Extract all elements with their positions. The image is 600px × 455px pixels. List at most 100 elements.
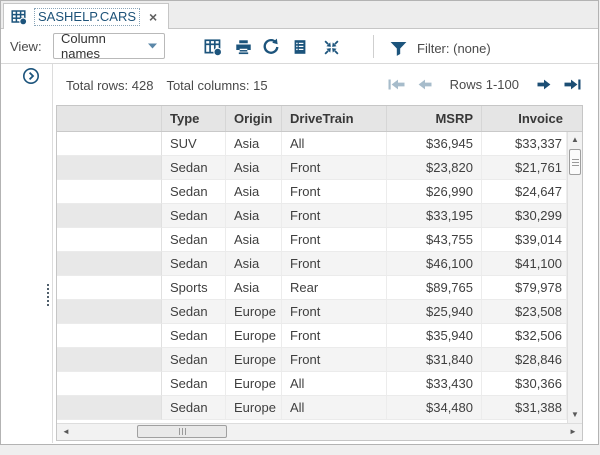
table-cell: All: [282, 396, 387, 420]
filter-status-label: Filter: (none): [417, 41, 491, 56]
column-header-drivetrain[interactable]: DriveTrain: [282, 106, 387, 131]
column-header-invoice[interactable]: Invoice: [482, 106, 582, 131]
vertical-scrollbar-thumb[interactable]: [569, 149, 581, 175]
table-cell: $30,366: [482, 372, 567, 396]
row-select-cell: [57, 180, 162, 204]
table-cell: $43,755: [387, 228, 482, 252]
table-cell: Front: [282, 252, 387, 276]
table-row[interactable]: SedanAsiaFront$33,195$30,299: [57, 204, 567, 228]
column-header-blank[interactable]: [57, 106, 162, 131]
table-cell: Front: [282, 156, 387, 180]
row-select-cell: [57, 348, 162, 372]
row-select-cell: [57, 324, 162, 348]
view-dropdown-value: Column names: [61, 31, 148, 61]
vertical-scrollbar[interactable]: ▲ ▼: [567, 132, 582, 423]
toolbar: View: Column names: [1, 29, 598, 64]
table-row[interactable]: SedanEuropeFront$35,940$32,506: [57, 324, 567, 348]
table-row[interactable]: SedanAsiaFront$23,820$21,761: [57, 156, 567, 180]
table-row[interactable]: SedanEuropeFront$31,840$28,846: [57, 348, 567, 372]
table-cell: $35,940: [387, 324, 482, 348]
table-row[interactable]: SedanAsiaFront$43,755$39,014: [57, 228, 567, 252]
table-cell: All: [282, 132, 387, 156]
table-cell: $33,430: [387, 372, 482, 396]
table-cell: $26,990: [387, 180, 482, 204]
row-select-cell: [57, 372, 162, 396]
scroll-down-icon[interactable]: ▼: [568, 408, 582, 422]
table-cell: $33,337: [482, 132, 567, 156]
tab-title: SASHELP.CARS: [34, 8, 140, 26]
view-dropdown[interactable]: Column names: [53, 33, 165, 59]
column-properties-icon[interactable]: [289, 36, 311, 58]
table-cell: Rear: [282, 276, 387, 300]
table-cell: Sedan: [162, 324, 226, 348]
table-cell: $39,014: [482, 228, 567, 252]
table-row[interactable]: SedanEuropeFront$25,940$23,508: [57, 300, 567, 324]
table-cell: Sedan: [162, 180, 226, 204]
tab-sashelp-cars[interactable]: SASHELP.CARS ×: [3, 3, 169, 30]
table-cell: $34,480: [387, 396, 482, 420]
table-cell: Asia: [226, 228, 282, 252]
columns-panel-rail: [1, 64, 53, 443]
table-cell: Europe: [226, 300, 282, 324]
row-select-cell: [57, 276, 162, 300]
total-rows-label: Total rows: 428: [66, 78, 153, 93]
column-header-origin[interactable]: Origin: [226, 106, 282, 131]
filter-funnel-icon[interactable]: [387, 37, 409, 59]
table-cell: $33,195: [387, 204, 482, 228]
table-cell: $24,647: [482, 180, 567, 204]
rows-range-label: Rows 1-100: [450, 77, 519, 92]
print-icon[interactable]: [232, 36, 254, 58]
panel-splitter-handle[interactable]: [47, 284, 49, 306]
table-row[interactable]: SedanAsiaFront$26,990$24,647: [57, 180, 567, 204]
toolbar-separator: [373, 35, 374, 58]
table-cell: Asia: [226, 132, 282, 156]
column-header-type[interactable]: Type: [162, 106, 226, 131]
collapse-view-icon[interactable]: [320, 36, 342, 58]
table-cell: Front: [282, 228, 387, 252]
column-header-msrp[interactable]: MSRP: [387, 106, 482, 131]
previous-page-button[interactable]: [418, 79, 432, 90]
table-cell: $23,820: [387, 156, 482, 180]
table-row[interactable]: SedanAsiaFront$46,100$41,100: [57, 252, 567, 276]
view-label: View:: [10, 39, 42, 54]
table-cell: Front: [282, 204, 387, 228]
table-cell: Europe: [226, 348, 282, 372]
table-cell: Asia: [226, 156, 282, 180]
tab-strip: SASHELP.CARS ×: [1, 1, 598, 29]
row-select-cell: [57, 300, 162, 324]
table-cell: Front: [282, 180, 387, 204]
table-row[interactable]: SedanEuropeAll$34,480$31,388: [57, 396, 567, 420]
table-cell: $79,978: [482, 276, 567, 300]
table-cell: Sports: [162, 276, 226, 300]
table-cell: Asia: [226, 252, 282, 276]
info-bar: Total rows: 428 Total columns: 15 Rows 1…: [54, 64, 597, 105]
row-select-cell: [57, 252, 162, 276]
row-select-cell: [57, 204, 162, 228]
scroll-left-icon[interactable]: ◄: [59, 425, 73, 439]
table-cell: Asia: [226, 276, 282, 300]
table-row[interactable]: SedanEuropeAll$33,430$30,366: [57, 372, 567, 396]
table-row[interactable]: SUVAsiaAll$36,945$33,337: [57, 132, 567, 156]
table-row[interactable]: SportsAsiaRear$89,765$79,978: [57, 276, 567, 300]
table-cell: Sedan: [162, 252, 226, 276]
first-page-button[interactable]: [388, 79, 405, 90]
table-cell: $23,508: [482, 300, 567, 324]
table-cell: $89,765: [387, 276, 482, 300]
table-cell: Front: [282, 300, 387, 324]
data-table: Type Origin DriveTrain MSRP Invoice SUVA…: [56, 105, 583, 441]
scroll-up-icon[interactable]: ▲: [568, 133, 582, 147]
expand-panel-button[interactable]: [22, 67, 40, 85]
close-icon[interactable]: ×: [147, 10, 159, 24]
horizontal-scrollbar[interactable]: ◄ ►: [57, 423, 582, 440]
table-cell: Asia: [226, 204, 282, 228]
refresh-icon[interactable]: [260, 36, 282, 58]
scroll-right-icon[interactable]: ►: [566, 425, 580, 439]
table-viewer-window: SASHELP.CARS × View: Column names: [0, 0, 599, 445]
open-table-icon[interactable]: [202, 36, 224, 58]
next-page-button[interactable]: [537, 79, 551, 90]
table-cell: SUV: [162, 132, 226, 156]
table-cell: Front: [282, 348, 387, 372]
last-page-button[interactable]: [564, 79, 581, 90]
row-select-cell: [57, 228, 162, 252]
horizontal-scrollbar-thumb[interactable]: [137, 425, 227, 438]
